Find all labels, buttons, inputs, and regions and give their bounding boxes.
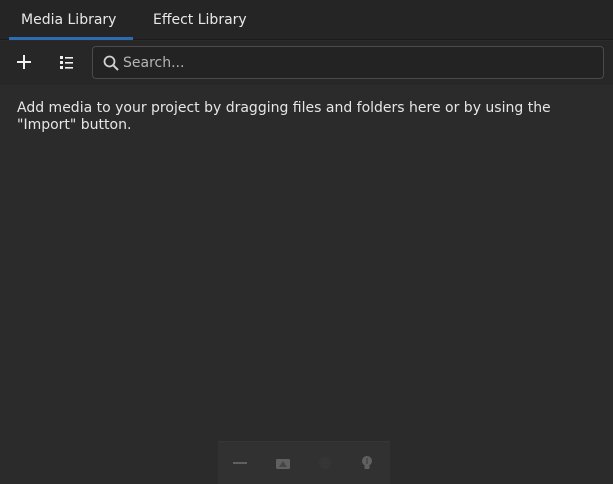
media-toolbar	[0, 41, 613, 85]
list-view-icon	[60, 56, 73, 69]
search-input[interactable]	[123, 47, 593, 78]
lightbulb-icon[interactable]	[358, 454, 376, 472]
minus-icon[interactable]	[231, 454, 249, 472]
tab-bar: Media Library Effect Library	[0, 0, 613, 40]
disabled-icon[interactable]	[316, 454, 334, 472]
search-box	[92, 46, 604, 79]
bottom-toolbar	[218, 441, 390, 484]
search-icon	[103, 55, 119, 71]
view-mode-button[interactable]	[53, 49, 79, 75]
tab-media-library[interactable]: Media Library	[9, 0, 133, 40]
shape-icon[interactable]	[274, 454, 292, 472]
plus-icon	[17, 55, 31, 69]
empty-library-message: Add media to your project by dragging fi…	[17, 100, 551, 133]
tab-effect-library[interactable]: Effect Library	[141, 0, 263, 40]
add-media-button[interactable]	[11, 49, 37, 75]
